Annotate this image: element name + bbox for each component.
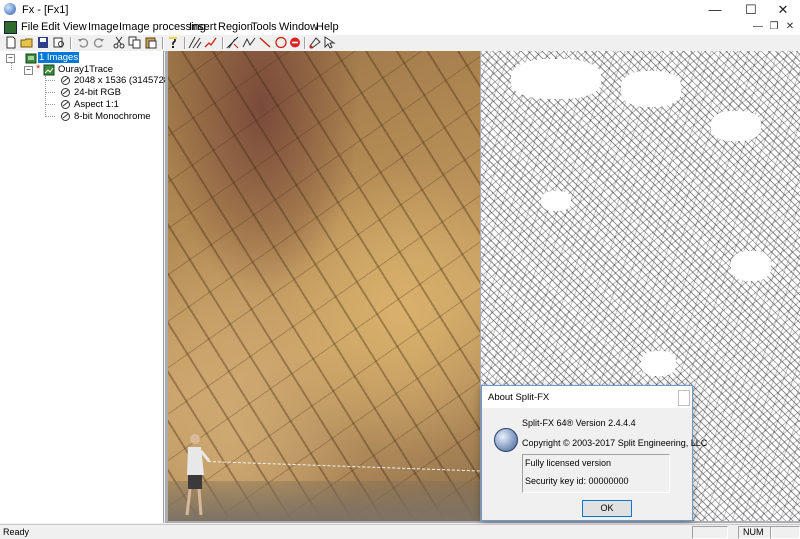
asterisk-icon: *: [36, 63, 41, 75]
ok-button[interactable]: OK: [582, 500, 632, 517]
trace-blank-region: [621, 71, 681, 107]
trace-blank-region: [541, 191, 571, 211]
status-text: Ready: [3, 527, 30, 537]
polyline-icon[interactable]: [242, 36, 256, 49]
trace-icon[interactable]: [188, 36, 202, 49]
copy-icon[interactable]: [128, 36, 142, 49]
paint-icon[interactable]: [308, 36, 322, 49]
tree-property-row: 24-bit RGB: [0, 87, 160, 99]
tree-property-color-depth: 24-bit RGB: [74, 87, 121, 98]
close-button[interactable]: ✕: [766, 0, 800, 20]
property-icon: [61, 76, 70, 85]
cut-icon[interactable]: [112, 36, 126, 49]
menu-file[interactable]: File: [21, 21, 39, 33]
measuring-tape: [207, 461, 480, 472]
new-file-icon[interactable]: [4, 36, 18, 49]
ground-area: [168, 481, 480, 521]
toolbar-separator: [70, 37, 72, 49]
status-panel-empty: [692, 526, 728, 539]
trace-blank-region: [641, 351, 676, 376]
tree-label-images: 1 Images: [38, 52, 80, 63]
fracture-icon[interactable]: [204, 36, 218, 49]
split-fx-logo-icon: [494, 428, 518, 452]
about-dialog-titlebar[interactable]: About Split-FX: [482, 386, 692, 408]
toolbar-separator: [184, 37, 186, 49]
print-preview-icon[interactable]: [52, 36, 66, 49]
redo-icon[interactable]: [92, 36, 106, 49]
document-icon[interactable]: [4, 21, 17, 34]
mdi-minimize-button[interactable]: —: [750, 20, 766, 34]
security-key-id: Security key id: 00000000: [525, 476, 629, 486]
image-tree-panel: − 1 Images − * Ouray1Trace 2048 x 1536 (…: [0, 51, 172, 523]
status-panel-empty: [770, 526, 800, 539]
trace-blank-region: [711, 111, 761, 141]
circle-icon[interactable]: [274, 36, 288, 49]
mdi-restore-button[interactable]: ❐: [766, 20, 782, 34]
property-icon: [61, 112, 70, 121]
paste-icon[interactable]: [144, 36, 158, 49]
tree-item-images[interactable]: − 1 Images: [0, 52, 160, 64]
toolbar-separator: [304, 37, 306, 49]
menu-image[interactable]: Image: [88, 21, 119, 33]
status-bar: Ready NUM: [0, 524, 800, 539]
property-icon: [61, 100, 70, 109]
tree-label-ouray1trace: Ouray1Trace: [58, 64, 114, 75]
collapse-icon[interactable]: −: [6, 54, 15, 63]
measure-icon[interactable]: [226, 36, 240, 49]
tree-property-row: 2048 x 1536 (3145728): [0, 75, 172, 87]
app-icon: [4, 3, 16, 15]
menu-region[interactable]: Region: [218, 21, 253, 33]
toolbar: [0, 34, 800, 52]
tree-property-row: 8-bit Monochrome: [0, 111, 160, 123]
save-icon[interactable]: [36, 36, 50, 49]
person-figure: [185, 434, 210, 516]
title-bar: Fx - [Fx1] — ☐ ✕: [0, 0, 800, 21]
window-title: Fx - [Fx1]: [22, 4, 69, 16]
menu-bar: File Edit View Image Image processing In…: [0, 20, 800, 34]
open-folder-icon[interactable]: [20, 36, 34, 49]
menu-view[interactable]: View: [63, 21, 87, 33]
toolbar-separator: [162, 37, 164, 49]
stop-icon[interactable]: [288, 36, 302, 49]
menu-insert[interactable]: Insert: [189, 21, 217, 33]
menu-tools[interactable]: Tools: [251, 21, 277, 33]
tree-property-monochrome: 8-bit Monochrome: [74, 111, 151, 122]
maximize-button[interactable]: ☐: [734, 0, 768, 20]
menu-help[interactable]: Help: [316, 21, 339, 33]
trace-blank-region: [731, 251, 771, 281]
about-dialog: About Split-FX Split-FX 64® Version 2.4.…: [481, 385, 707, 521]
property-icon: [61, 88, 70, 97]
toolbar-separator: [222, 37, 224, 49]
about-copyright: Copyright © 2003-2017 Split Engineering,…: [522, 438, 708, 448]
tree-property-aspect: Aspect 1:1: [74, 99, 119, 110]
undo-icon[interactable]: [76, 36, 90, 49]
about-dialog-title: About Split-FX: [488, 392, 550, 403]
mdi-close-button[interactable]: ✕: [782, 20, 798, 34]
collapse-icon[interactable]: −: [24, 66, 33, 75]
tree-property-row: Aspect 1:1: [0, 99, 160, 111]
menu-edit[interactable]: Edit: [41, 21, 60, 33]
help-icon[interactable]: [166, 36, 180, 49]
license-status: Fully licensed version: [525, 458, 612, 468]
license-info-box: Fully licensed version Security key id: …: [522, 454, 670, 493]
trace-blank-region: [511, 59, 601, 99]
scrollbar-stub[interactable]: [678, 390, 690, 406]
pointer-icon[interactable]: [322, 36, 336, 49]
status-num-indicator: NUM: [738, 526, 772, 539]
minimize-button[interactable]: —: [698, 0, 732, 20]
menu-window[interactable]: Window: [279, 21, 318, 33]
about-version: Split-FX 64® Version 2.4.4.4: [522, 418, 636, 428]
tree-property-dimensions: 2048 x 1536 (3145728): [74, 75, 173, 86]
line-icon[interactable]: [258, 36, 272, 49]
rock-face-photo[interactable]: [168, 51, 480, 521]
